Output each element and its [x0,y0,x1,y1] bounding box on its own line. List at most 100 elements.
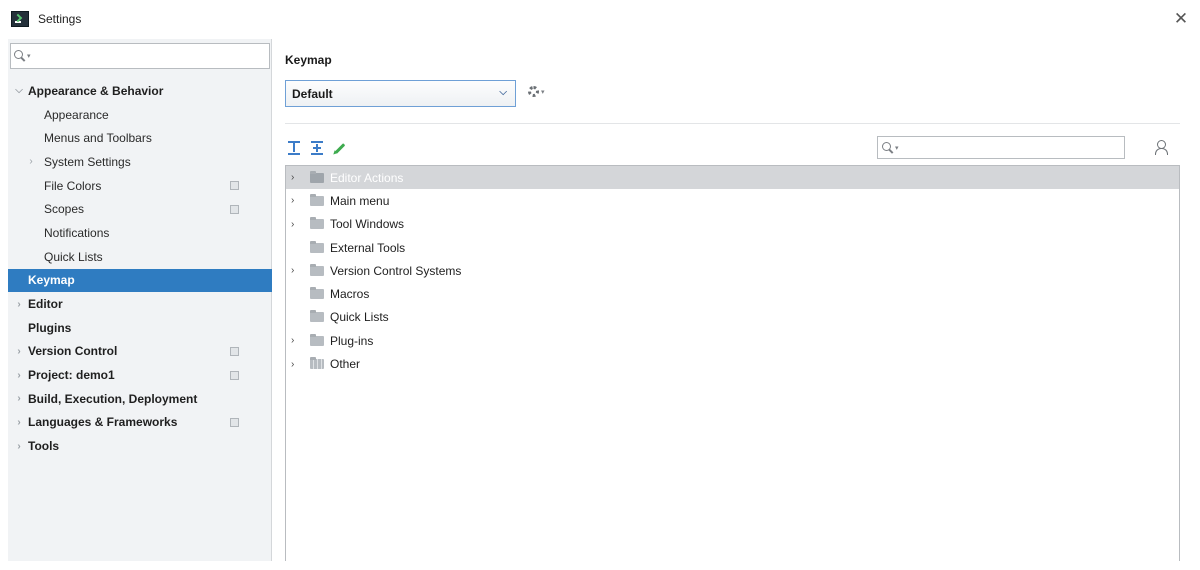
chevron-right-icon[interactable]: › [291,195,294,206]
sidebar-item[interactable]: › Build, Execution, Deployment [8,387,272,411]
tree-row-label: Macros [330,287,370,302]
sidebar-item-label: Project: demo1 [28,368,115,383]
folder-icon [310,240,324,253]
tree-row-label: Main menu [330,193,390,208]
chevron-right-icon[interactable]: › [291,335,294,346]
chevron-right-icon[interactable]: › [14,346,24,357]
action-search-input[interactable] [901,140,1112,155]
close-button[interactable]: ✕ [1172,10,1190,28]
sidebar-item[interactable]: › Version Control [8,340,272,364]
sidebar-item-label: Build, Execution, Deployment [28,391,198,406]
folder-icon [310,310,324,323]
chevron-down-icon[interactable]: ⌵ [14,85,24,96]
tree-row-label: Plug-ins [330,333,374,348]
chevron-right-icon[interactable]: › [26,156,36,167]
tree-row[interactable]: Quick Lists [286,306,1179,329]
project-level-icon [230,204,239,214]
sidebar-item[interactable]: ⌵ Appearance & Behavior [8,79,272,103]
keymap-panel: Keymap Default ⌵ ▾ ▾ › Editor Actions › Mai… [273,39,1192,561]
sidebar-item[interactable]: › Languages & Frameworks [8,411,272,435]
app-icon [11,11,29,27]
chevron-right-icon[interactable]: › [291,359,294,370]
tree-row-label: Version Control Systems [330,263,462,278]
folder-icon [310,263,324,276]
sidebar-item-label: Appearance & Behavior [28,83,164,98]
chevron-right-icon[interactable]: › [291,265,294,276]
sidebar-item-label: Plugins [28,320,72,335]
chevron-right-icon[interactable]: › [291,172,294,183]
chevron-down-icon: ⌵ [499,87,507,98]
search-icon [14,50,26,62]
sidebar-item[interactable]: › Editor [8,292,272,316]
expand-all-icon [288,141,300,155]
tree-row[interactable]: › Plug-ins [286,329,1179,352]
sidebar-item[interactable]: › Tools [8,434,272,458]
chevron-right-icon[interactable]: › [14,370,24,381]
search-history-dropdown-icon[interactable]: ▾ [27,52,31,60]
sidebar-item[interactable]: Plugins [8,316,272,340]
folder-icon [310,333,324,346]
sidebar-item-label: Tools [28,439,60,454]
tree-row[interactable]: › Version Control Systems [286,259,1179,282]
keymap-toolbar [287,140,347,156]
sidebar-item[interactable]: Keymap [8,268,272,293]
chevron-right-icon[interactable]: › [14,417,24,428]
chevron-right-icon[interactable]: › [14,441,24,452]
sidebar-item-label: Languages & Frameworks [28,415,178,430]
tree-row[interactable]: › Tool Windows [286,213,1179,236]
sidebar-search-input[interactable] [33,49,244,63]
sidebar-item[interactable]: Scopes [8,197,272,221]
tree-row[interactable]: Macros [286,282,1179,305]
sidebar-item[interactable]: Notifications [8,221,272,245]
sidebar-item[interactable]: › Project: demo1 [8,363,272,387]
folder-icon [310,170,324,183]
folder-icon [310,287,324,300]
tree-row-label: Editor Actions [330,170,404,185]
keymap-scheme-value: Default [292,86,333,101]
find-by-shortcut-button[interactable] [1153,139,1169,156]
project-level-icon [230,181,239,191]
pencil-icon [334,142,346,154]
sidebar-item-label: Quick Lists [44,249,103,264]
sidebar-item-label: File Colors [44,178,102,193]
folder-icon [310,217,324,230]
chevron-right-icon[interactable]: › [14,299,24,310]
collapse-all-button[interactable] [310,140,324,156]
settings-nav-tree: ⌵ Appearance & Behavior Appearance Menus an… [8,79,272,458]
tree-row[interactable]: › Editor Actions [286,166,1179,190]
gear-icon [528,86,539,97]
edit-shortcut-button[interactable] [333,140,347,156]
search-history-dropdown-icon[interactable]: ▾ [895,144,899,152]
close-icon: ✕ [1173,9,1189,28]
tree-row-label: Tool Windows [330,217,405,232]
sidebar-search[interactable]: ▾ [10,43,270,69]
sidebar-item[interactable]: › System Settings [8,150,272,174]
sidebar-item-label: Editor [28,297,63,312]
folder-icon [310,193,324,206]
sidebar-item[interactable]: Menus and Toolbars [8,126,272,150]
tree-row[interactable]: › Other [286,352,1179,375]
folder-icon [310,357,324,370]
search-icon [882,141,894,154]
tree-row-label: Other [330,357,361,372]
sidebar-item-label: Menus and Toolbars [44,131,152,146]
sidebar-item[interactable]: Quick Lists [8,245,272,269]
keymap-scheme-select[interactable]: Default ⌵ [285,80,516,107]
expand-all-button[interactable] [287,140,301,156]
action-search[interactable]: ▾ [877,136,1125,159]
project-level-icon [230,417,239,427]
tree-row[interactable]: › Main menu [286,189,1179,212]
sidebar-item[interactable]: Appearance [8,103,272,127]
keymap-action-tree: › Editor Actions › Main menu › Tool Windows Ex… [285,165,1180,561]
chevron-right-icon[interactable]: › [14,393,24,404]
sidebar-item[interactable]: File Colors [8,174,272,198]
chevron-right-icon[interactable]: › [291,219,294,230]
keymap-options-button[interactable]: ▾ [528,86,545,97]
sidebar-item-label: Appearance [44,107,109,122]
sidebar-item-label: Keymap [28,273,75,288]
tree-row[interactable]: External Tools [286,236,1179,259]
title-bar: Settings ✕ [0,0,1200,38]
collapse-all-icon [311,141,323,155]
window-title: Settings [38,12,82,26]
settings-sidebar: ▾ ⌵ Appearance & Behavior Appearance Menus … [8,39,272,561]
